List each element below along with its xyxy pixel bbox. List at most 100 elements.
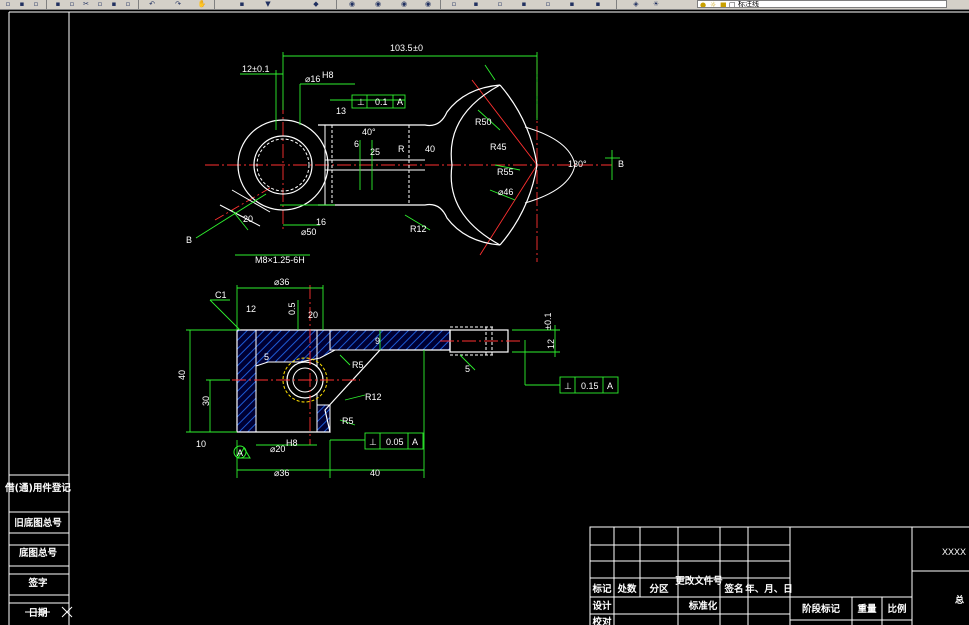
title-cell-date: 年、月、日: [745, 583, 793, 595]
dim-angle-130: 130°: [568, 159, 587, 169]
match-icon[interactable]: ▫: [122, 0, 134, 8]
open-icon[interactable]: ▪: [16, 0, 28, 8]
layer-manager-icon[interactable]: ◈: [630, 0, 642, 8]
left-table-cell-old-base: 旧底图总号: [14, 517, 62, 529]
new-icon[interactable]: ▫: [2, 0, 14, 8]
title-block: [589, 526, 969, 625]
sun-icon[interactable]: ☀: [650, 0, 662, 8]
title-cell-mark: 标记: [591, 583, 612, 595]
dim-angle-40: 40°: [362, 127, 376, 137]
properties-icon[interactable]: ◉: [346, 0, 358, 8]
left-table-cell-signature: 签字: [27, 577, 48, 589]
toolbar-separator: [336, 0, 337, 9]
zoom-window-icon[interactable]: ▼: [262, 0, 274, 8]
dim-bore-bottom: ⌀20: [270, 444, 285, 454]
redo-icon[interactable]: ↷: [172, 0, 184, 8]
gdt1-value: 0.15: [581, 381, 599, 391]
dim-16: 16: [316, 217, 326, 227]
top-view: 103.5 ±0 12±0.1 ⌀16 H8 13 ⊥ 0.1 A 40° 6 …: [186, 43, 624, 265]
dim-12: 12: [246, 304, 256, 314]
dim-R5-lower: R5: [342, 416, 354, 426]
dim-C1: C1: [215, 290, 227, 300]
print-icon[interactable]: ▪: [52, 0, 64, 8]
dim-9: 9: [375, 336, 380, 346]
save-icon[interactable]: ▫: [30, 0, 42, 8]
preview-icon[interactable]: ▫: [66, 0, 78, 8]
dim-bore-bottom-tol: H8: [286, 438, 298, 448]
help-icon[interactable]: ▪: [592, 0, 604, 8]
help-icon[interactable]: ▪: [470, 0, 482, 8]
drawing-canvas[interactable]: 借(通)用件登记 旧底图总号 底图总号 签字 日期 103.5 ±0 12±0.…: [0, 9, 969, 625]
dim-bore-tol: H8: [322, 70, 334, 80]
bulb-icon: ●: [700, 1, 707, 8]
title-cell-stage: 阶段标记: [802, 603, 841, 615]
drawing-sheet: 借(通)用件登记 旧底图总号 底图总号 签字 日期 103.5 ±0 12±0.…: [4, 11, 969, 625]
cad-application: ▫ ▪ ▫ ▪ ▫ ✂ ▫ ▪ ▫ ↶ ↷ ✋ ▪ ▼ ◆ ◉ ◉ ◉ ◉ ▫ …: [0, 0, 969, 625]
layer-manager-icon[interactable]: ▫: [494, 0, 506, 8]
datum-label-A: A: [237, 448, 243, 458]
gdt-perp-value: 0.1: [375, 97, 388, 107]
section-hatch-arm: [329, 329, 451, 351]
dim-30: 30: [201, 396, 211, 406]
dim-R5: R5: [352, 360, 364, 370]
pan-icon[interactable]: ✋: [196, 0, 208, 8]
gdt2-datum: A: [412, 437, 418, 447]
dim-R50: R50: [475, 117, 492, 127]
dim-13: 13: [336, 106, 346, 116]
dim-25: 25: [370, 147, 380, 157]
copy-icon[interactable]: ▫: [94, 0, 106, 8]
title-cell-design: 设计: [592, 600, 612, 612]
dim-12-right-tol: ±0.1: [543, 313, 553, 330]
dim-width-left: 12±0.1: [242, 64, 269, 74]
cut-icon[interactable]: ✂: [80, 0, 92, 8]
design-center-icon[interactable]: ◉: [372, 0, 384, 8]
zoom-previous-icon[interactable]: ◆: [310, 0, 322, 8]
toolbar-separator: [138, 0, 139, 9]
dim-R12-front: R12: [365, 392, 382, 402]
toolbar-separator: [46, 0, 47, 9]
dim-36-top: ⌀36: [274, 277, 289, 287]
dim-5-right: 5: [465, 364, 470, 374]
title-cell-scale: 比例: [887, 603, 906, 615]
lock-icon: ■: [720, 1, 727, 8]
dim-12-right: 12: [546, 339, 556, 349]
paste-icon[interactable]: ▪: [108, 0, 120, 8]
title-cell-check: 校对: [592, 616, 612, 625]
drawing-frame: [8, 11, 969, 625]
gdt2-value: 0.05: [386, 437, 404, 447]
toolbar-separator: [440, 0, 441, 9]
top-view-dimensions: [195, 52, 620, 256]
sun-icon: ☼: [710, 1, 717, 8]
title-cell-standard: 标准化: [688, 600, 718, 612]
thread-line: [219, 204, 261, 227]
company-name: XXXX: [942, 547, 966, 557]
arc-construction-line: [479, 164, 538, 256]
left-table-cell-base: 底图总号: [18, 547, 58, 559]
gdt-perp-symbol: ⊥: [357, 97, 365, 107]
tool-palette-icon[interactable]: ◉: [398, 0, 410, 8]
dim-46: ⌀46: [498, 187, 513, 197]
dim-overall-length-tol: ±0: [413, 43, 423, 53]
section-label-B-left: B: [186, 235, 192, 245]
gdt1-symbol: ⊥: [564, 381, 572, 391]
dim-0-5: 0.5: [287, 302, 297, 315]
properties-icon[interactable]: ▫: [542, 0, 554, 8]
dim-R12: R12: [410, 224, 427, 234]
dim-bore: ⌀16: [305, 74, 320, 84]
toolbar-separator: [616, 0, 617, 9]
left-table-cell-date: 日期: [28, 607, 47, 619]
markup-icon[interactable]: ◉: [422, 0, 434, 8]
title-cell-change-doc: 更改文件号: [675, 575, 723, 587]
layer-state-icon[interactable]: ▪: [518, 0, 530, 8]
section-label-B-right: B: [618, 159, 624, 169]
gdt-perp-datum: A: [397, 97, 403, 107]
dim-R45: R45: [490, 142, 507, 152]
layer-dropdown[interactable]: ● ☼ ■ □ 标注线: [697, 0, 947, 8]
tool-palette-icon[interactable]: ▪: [566, 0, 578, 8]
dim-overall-length: 103.5: [390, 43, 413, 53]
calculator-icon[interactable]: ▫: [448, 0, 460, 8]
dim-40: 40: [425, 144, 435, 154]
undo-icon[interactable]: ↶: [146, 0, 158, 8]
front-view: ⌀36 C1 12 20 0.5 9 5 R5 R12 R5 5 12 ±0.1…: [177, 277, 619, 478]
zoom-realtime-icon[interactable]: ▪: [236, 0, 248, 8]
